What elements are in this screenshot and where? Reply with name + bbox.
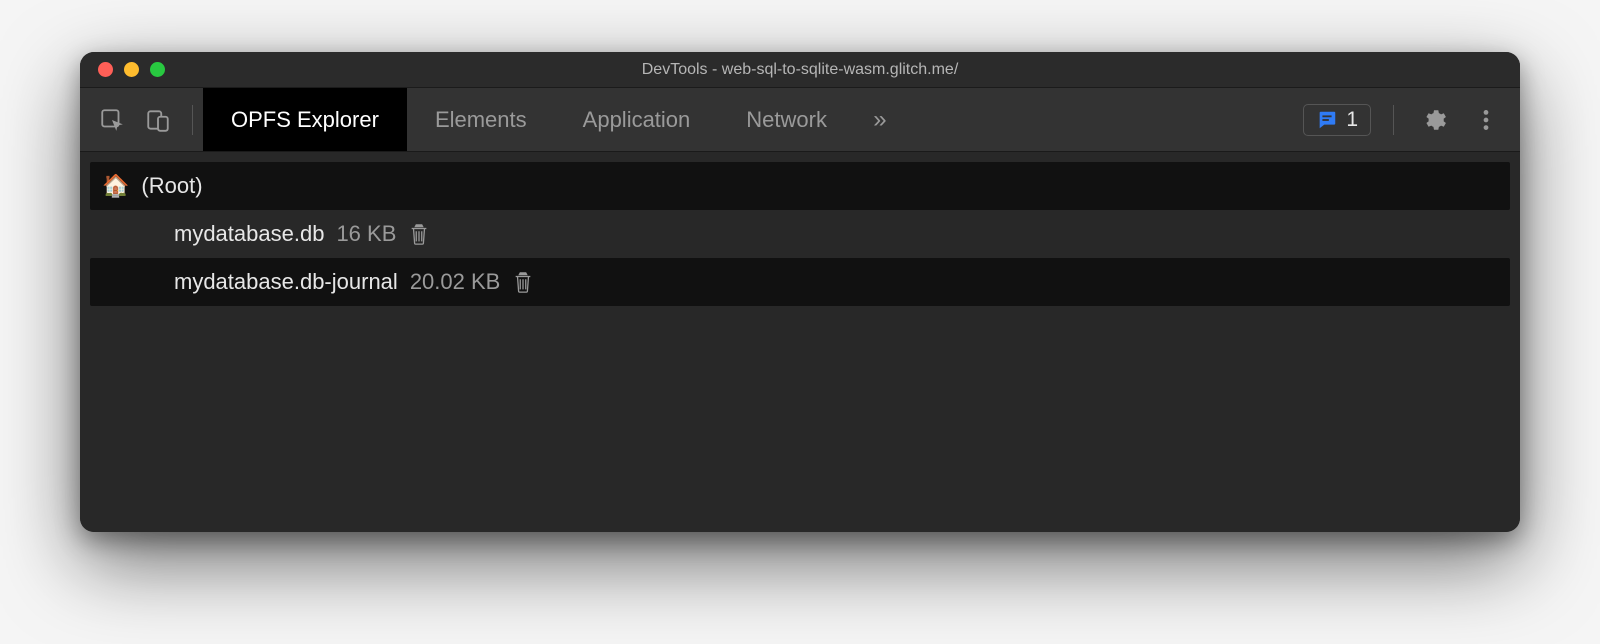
settings-button[interactable]: [1412, 98, 1456, 142]
close-window-button[interactable]: [98, 62, 113, 77]
tree-root[interactable]: 🏠 (Root): [90, 162, 1510, 210]
devtools-window: DevTools - web-sql-to-sqlite-wasm.glitch…: [80, 52, 1520, 532]
issues-button[interactable]: 1: [1303, 104, 1371, 136]
tree-file-row[interactable]: mydatabase.db-journal 20.02 KB: [90, 258, 1510, 306]
device-toggle-button[interactable]: [136, 98, 180, 142]
trash-icon: [408, 222, 430, 246]
inspect-icon: [99, 107, 125, 133]
chat-icon: [1316, 109, 1338, 131]
tab-opfs-explorer[interactable]: OPFS Explorer: [203, 88, 407, 151]
delete-file-button[interactable]: [408, 222, 430, 246]
toolbar-separator: [192, 105, 193, 135]
gear-icon: [1421, 107, 1447, 133]
tab-label: Elements: [435, 107, 527, 133]
tab-label: Application: [583, 107, 691, 133]
file-size: 20.02 KB: [410, 269, 501, 295]
more-options-button[interactable]: [1464, 98, 1508, 142]
tab-label: Network: [746, 107, 827, 133]
maximize-window-button[interactable]: [150, 62, 165, 77]
panel-tabs: OPFS Explorer Elements Application Netwo…: [203, 88, 905, 151]
issues-count: 1: [1346, 108, 1358, 132]
delete-file-button[interactable]: [512, 270, 534, 294]
file-size: 16 KB: [336, 221, 396, 247]
file-name: mydatabase.db-journal: [174, 269, 398, 295]
tab-label: OPFS Explorer: [231, 107, 379, 133]
root-label: (Root): [141, 173, 202, 199]
minimize-window-button[interactable]: [124, 62, 139, 77]
trash-icon: [512, 270, 534, 294]
titlebar: DevTools - web-sql-to-sqlite-wasm.glitch…: [80, 52, 1520, 88]
toolbar: OPFS Explorer Elements Application Netwo…: [80, 88, 1520, 152]
toolbar-right: [1383, 98, 1508, 142]
tree-file-row[interactable]: mydatabase.db 16 KB: [90, 210, 1510, 258]
devices-icon: [145, 107, 171, 133]
inspect-element-button[interactable]: [90, 98, 134, 142]
chevron-right-icon: »: [873, 106, 886, 134]
toolbar-separator: [1393, 105, 1394, 135]
traffic-lights: [80, 62, 165, 77]
more-tabs-button[interactable]: »: [855, 88, 905, 151]
tab-network[interactable]: Network: [718, 88, 855, 151]
tab-application[interactable]: Application: [555, 88, 719, 151]
file-name: mydatabase.db: [174, 221, 324, 247]
toolbar-left: [90, 98, 203, 142]
home-icon: 🏠: [102, 173, 129, 199]
window-title: DevTools - web-sql-to-sqlite-wasm.glitch…: [80, 61, 1520, 79]
opfs-explorer-panel: 🏠 (Root) mydatabase.db 16 KB mydatabase.…: [80, 152, 1520, 532]
tab-elements[interactable]: Elements: [407, 88, 555, 151]
kebab-icon: [1473, 107, 1499, 133]
